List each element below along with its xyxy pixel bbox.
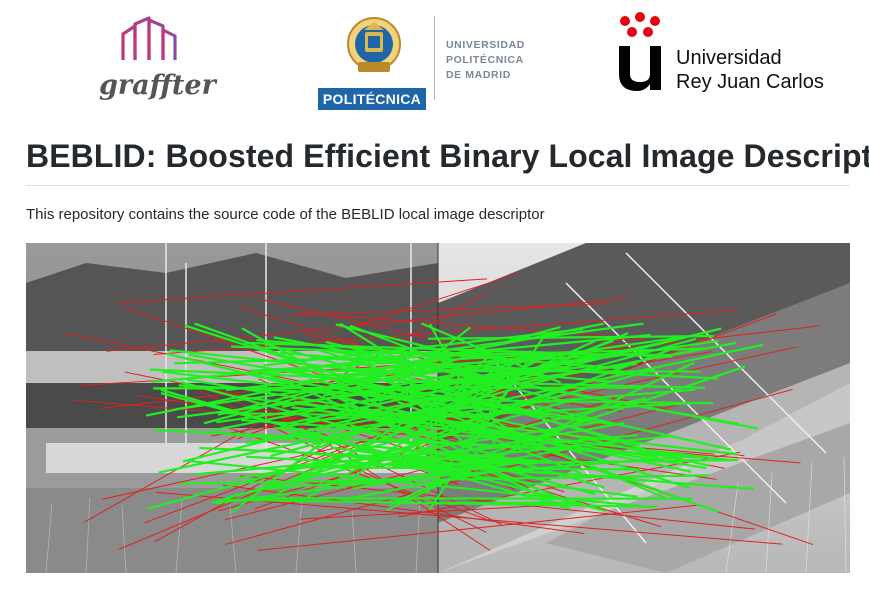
graffter-wordmark: graffter (99, 70, 216, 101)
page-title: BEBLID: Boosted Efficient Binary Local I… (26, 138, 869, 174)
upm-logo[interactable]: POLITÉCNICA UNIVERSIDAD POLITÉCNICA DE M… (318, 12, 548, 110)
matches-image (26, 243, 850, 573)
urjc-line-2: Rey Juan Carlos (676, 71, 824, 93)
upm-band-label: POLITÉCNICA (318, 88, 426, 110)
upm-crest-icon (347, 17, 401, 72)
graffter-buildings-icon (121, 16, 177, 60)
upm-line-3: DE MADRID (446, 69, 511, 81)
urjc-line-1: Universidad (676, 47, 782, 69)
urjc-name: Universidad Rey Juan Carlos (676, 46, 824, 94)
feature-matching-figure (26, 243, 850, 573)
page-description: This repository contains the source code… (26, 206, 545, 223)
graffter-logo[interactable]: graffter (97, 14, 217, 104)
title-divider (26, 185, 850, 186)
urjc-logo[interactable]: Universidad Rey Juan Carlos (616, 12, 836, 102)
upm-line-2: POLITÉCNICA (446, 54, 524, 66)
upm-divider (434, 16, 435, 100)
urjc-u-icon (619, 12, 661, 91)
upm-line-1: UNIVERSIDAD (446, 39, 525, 51)
header-logos: graffter POLITÉCNICA UNIVERSIDAD POLITÉC… (0, 0, 869, 115)
upm-text: UNIVERSIDAD POLITÉCNICA DE MADRID (446, 38, 525, 83)
